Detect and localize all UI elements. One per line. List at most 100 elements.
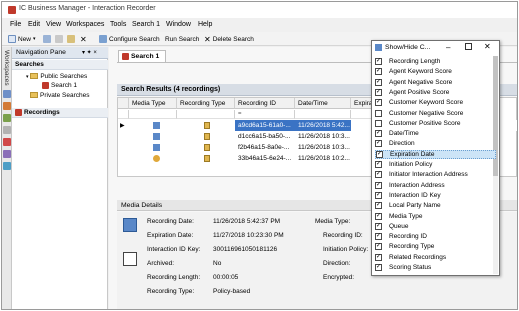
option-checkbox[interactable] (375, 78, 382, 86)
option-checkbox[interactable] (375, 99, 382, 107)
menu-edit[interactable]: Edit (28, 21, 40, 28)
option-checkbox[interactable] (375, 140, 382, 148)
date-cell: 11/26/2018 10:2... (298, 155, 350, 162)
option-checkbox[interactable] (375, 243, 382, 251)
option-checkbox[interactable] (375, 191, 382, 199)
menu-tools[interactable]: Tools (110, 21, 126, 28)
option-checkbox[interactable] (375, 253, 382, 261)
menu-file[interactable]: File (10, 21, 21, 28)
col-recording-type[interactable]: Recording Type (177, 98, 235, 109)
menu-workspaces[interactable]: Workspaces (66, 21, 104, 28)
alert-icon[interactable] (3, 138, 11, 146)
column-option[interactable]: Recording Length (375, 57, 496, 66)
column-option[interactable]: Customer Positive Score (375, 119, 496, 128)
recording-length-value: 00:00:05 (213, 274, 239, 281)
recording-type-label: Recording Type: (147, 288, 195, 295)
navigation-pane-header: Navigation Pane ▾ ✦ × (12, 47, 108, 59)
recorder-icon[interactable] (3, 102, 11, 110)
configure-icon (99, 35, 107, 43)
tree-search1[interactable]: Search 1 (42, 82, 77, 89)
recording-id-cell: d1cc6a15-ba50-... (238, 133, 291, 140)
screen-media-icon (153, 133, 160, 140)
option-label: Media Type (389, 212, 423, 220)
policy-icon (204, 144, 210, 151)
tab-search1[interactable]: Search 1 (118, 50, 166, 62)
run-search-button[interactable]: Run Search (165, 34, 199, 44)
column-option[interactable]: Customer Negative Score (375, 109, 496, 118)
searches-header[interactable]: Searches (12, 60, 108, 70)
close-icon[interactable]: ✕ (484, 42, 491, 51)
menu-help[interactable]: Help (198, 21, 212, 28)
option-checkbox[interactable] (375, 264, 382, 271)
option-checkbox[interactable] (375, 171, 382, 179)
configure-search-button[interactable]: Configure Search (99, 34, 160, 44)
option-label: Customer Positive Score (389, 119, 461, 127)
column-option[interactable]: Interaction ID Key (375, 191, 496, 200)
column-option[interactable]: Queue (375, 222, 496, 231)
menu-window[interactable]: Window (166, 21, 191, 28)
report-icon[interactable] (3, 162, 11, 170)
column-option[interactable]: Recording Type (375, 242, 496, 251)
column-option[interactable]: Customer Keyword Score (375, 98, 496, 107)
column-option[interactable]: Recording ID (375, 232, 496, 241)
option-checkbox[interactable] (375, 222, 382, 230)
user-icon[interactable] (3, 150, 11, 158)
option-checkbox[interactable] (375, 202, 382, 210)
menu-search1[interactable]: Search 1 (132, 21, 160, 28)
pin-icon[interactable]: ▾ ✦ × (82, 49, 97, 56)
workspaces-label[interactable]: Workspaces (3, 50, 10, 86)
option-label: Initiator Interaction Address (389, 171, 468, 179)
tree-public-searches[interactable]: ▾ Public Searches (26, 73, 87, 80)
close-icon[interactable]: ✕ (80, 34, 87, 44)
title-bar: IC Business Manager - Interaction Record… (2, 2, 517, 18)
option-checkbox[interactable] (375, 88, 382, 96)
column-option[interactable]: Date/Time (375, 129, 496, 138)
option-checkbox[interactable] (375, 181, 382, 189)
paste-icon[interactable] (67, 34, 75, 44)
option-checkbox[interactable] (375, 161, 382, 168)
column-option[interactable]: Local Party Name (375, 201, 496, 210)
column-option[interactable]: Agent Negative Score (375, 78, 496, 87)
minimize-icon[interactable]: – (446, 43, 450, 52)
save-icon[interactable] (43, 34, 51, 44)
column-option[interactable]: Agent Positive Score (375, 88, 496, 97)
option-checkbox[interactable] (375, 58, 382, 65)
date-cell: 11/26/2018 5:42... (298, 122, 350, 129)
settings-icon[interactable] (3, 126, 11, 134)
option-checkbox[interactable] (375, 130, 382, 138)
column-option[interactable]: Initiator Interaction Address (375, 170, 496, 179)
option-checkbox[interactable] (375, 68, 382, 76)
filter-recording-type[interactable] (177, 110, 235, 119)
menu-view[interactable]: View (46, 21, 61, 28)
filter-date-time[interactable] (295, 110, 351, 119)
option-checkbox[interactable] (375, 109, 382, 117)
column-option[interactable]: Initiation Policy (375, 160, 496, 169)
copy-icon[interactable] (55, 34, 63, 44)
column-option[interactable]: Expiration Date (375, 149, 496, 159)
date-cell: 11/26/2018 10:3... (298, 144, 350, 151)
recordings-header[interactable]: Recordings (12, 108, 108, 118)
filter-media-type[interactable] (129, 110, 177, 119)
column-option[interactable]: Media Type (375, 212, 496, 221)
tool-icon[interactable] (3, 114, 11, 122)
column-option[interactable]: Direction (375, 139, 496, 148)
column-option[interactable]: Related Recordings (375, 253, 496, 262)
option-checkbox[interactable] (376, 150, 383, 158)
filter-recording-id[interactable]: = (235, 110, 295, 119)
column-option[interactable]: Agent Keyword Score (375, 67, 496, 76)
option-checkbox[interactable] (375, 212, 382, 220)
dialog-title: Show/Hide C... (385, 44, 431, 51)
recordings-icon (15, 109, 22, 116)
new-button[interactable]: New ▾ (8, 34, 36, 44)
col-media-type[interactable]: Media Type (129, 98, 177, 109)
delete-search-button[interactable]: ✕ Delete Search (204, 34, 254, 44)
workspace-icon[interactable] (3, 90, 11, 98)
option-checkbox[interactable] (375, 233, 382, 241)
tree-private-searches[interactable]: Private Searches (30, 92, 90, 99)
col-date-time[interactable]: Date/Time (295, 98, 351, 109)
maximize-icon[interactable] (465, 43, 472, 50)
column-option[interactable]: Interaction Address (375, 181, 496, 190)
option-checkbox[interactable] (375, 119, 382, 127)
col-recording-id[interactable]: Recording ID (235, 98, 295, 109)
column-option[interactable]: Scoring Status (375, 263, 496, 272)
